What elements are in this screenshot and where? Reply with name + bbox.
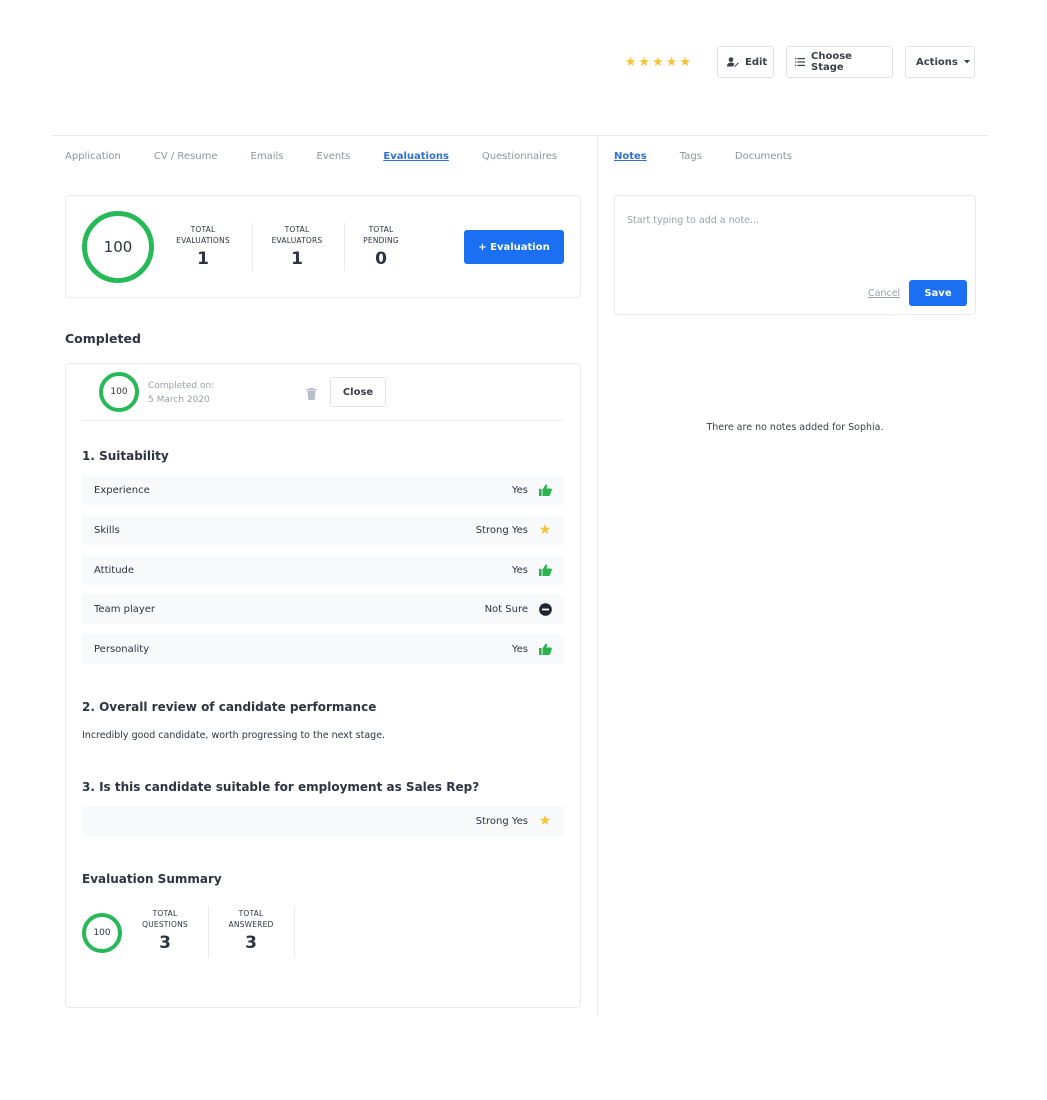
evaluation-summary-title: Evaluation Summary	[82, 872, 222, 886]
answer-row-experience: Experience Yes	[82, 475, 564, 505]
evaluations-summary-card: 100 TOTAL EVALUATIONS 1 TOTAL EVALUATORS…	[65, 195, 581, 298]
question-title: 2. Overall review of candidate performan…	[82, 700, 377, 714]
caret-down-icon	[963, 60, 970, 64]
divider	[294, 906, 295, 958]
star-icon: ★	[538, 813, 552, 829]
candidate-rating[interactable]: ★ ★ ★ ★ ★	[625, 56, 691, 69]
divider	[208, 906, 209, 958]
note-input[interactable]: Start typing to add a note...	[627, 215, 957, 275]
actions-dropdown[interactable]: Actions	[905, 46, 975, 78]
star-icon[interactable]: ★	[625, 56, 637, 69]
thumbs-up-icon	[538, 642, 552, 656]
list-icon	[795, 58, 805, 66]
user-edit-icon	[727, 57, 739, 67]
completed-on: Completed on: 5 March 2020	[148, 381, 215, 405]
score-ring: 100	[82, 211, 154, 283]
stat-total-pending: TOTAL PENDING 0	[363, 225, 399, 269]
tab-events[interactable]: Events	[317, 151, 351, 162]
tab-cv-resume[interactable]: CV / Resume	[154, 151, 218, 162]
tab-notes[interactable]: Notes	[614, 151, 647, 162]
review-text: Incredibly good candidate, worth progres…	[82, 730, 386, 741]
answer-row-team-player: Team player Not Sure	[82, 594, 564, 624]
tab-documents[interactable]: Documents	[735, 151, 792, 162]
stat-total-evaluators: TOTAL EVALUATORS 1	[271, 225, 323, 269]
stat-total-questions: TOTAL QUESTIONS 3	[142, 909, 188, 953]
summary-score-ring: 100	[82, 913, 122, 953]
question-title: 3. Is this candidate suitable for employ…	[82, 780, 480, 794]
divider	[344, 223, 345, 271]
minus-circle-icon	[538, 602, 552, 616]
side-tabs: Notes Tags Documents	[614, 151, 825, 162]
divider	[252, 223, 253, 271]
close-evaluation-button[interactable]: Close	[330, 377, 386, 407]
tab-emails[interactable]: Emails	[251, 151, 284, 162]
tab-application[interactable]: Application	[65, 151, 121, 162]
thumbs-up-icon	[538, 483, 552, 497]
star-icon: ★	[538, 522, 552, 538]
stat-total-answered: TOTAL ANSWERED 3	[228, 909, 274, 953]
thumbs-up-icon	[538, 563, 552, 577]
trash-icon[interactable]	[306, 385, 317, 404]
tab-questionnaires[interactable]: Questionnaires	[482, 151, 557, 162]
stat-total-evaluations: TOTAL EVALUATIONS 1	[176, 225, 230, 269]
header-actions: ★ ★ ★ ★ ★ Edit Choose Stage Actions	[625, 46, 975, 78]
answer-row-suitable: Strong Yes ★	[82, 806, 564, 836]
star-icon[interactable]: ★	[638, 56, 650, 69]
answer-row-personality: Personality Yes	[82, 634, 564, 664]
choose-stage-button[interactable]: Choose Stage	[786, 46, 893, 78]
answer-row-skills: Skills Strong Yes ★	[82, 515, 564, 545]
divider	[52, 135, 988, 136]
star-icon[interactable]: ★	[652, 56, 664, 69]
divider	[82, 420, 564, 421]
tab-evaluations[interactable]: Evaluations	[383, 151, 449, 162]
star-icon[interactable]: ★	[666, 56, 678, 69]
column-divider	[597, 136, 598, 1016]
empty-notes-message: There are no notes added for Sophia.	[706, 422, 884, 433]
candidate-tabs: Application CV / Resume Emails Events Ev…	[65, 151, 590, 162]
completed-heading: Completed	[65, 331, 141, 346]
edit-button[interactable]: Edit	[717, 46, 774, 78]
star-icon[interactable]: ★	[679, 56, 691, 69]
question-title: 1. Suitability	[82, 449, 169, 463]
tab-tags[interactable]: Tags	[680, 151, 702, 162]
cancel-button[interactable]: Cancel	[868, 288, 900, 299]
save-note-button[interactable]: Save	[909, 280, 967, 306]
evaluation-score-ring: 100	[99, 372, 139, 412]
answer-row-attitude: Attitude Yes	[82, 555, 564, 585]
add-evaluation-button[interactable]: + Evaluation	[464, 230, 564, 264]
note-editor: Start typing to add a note... Cancel Sav…	[614, 195, 976, 315]
